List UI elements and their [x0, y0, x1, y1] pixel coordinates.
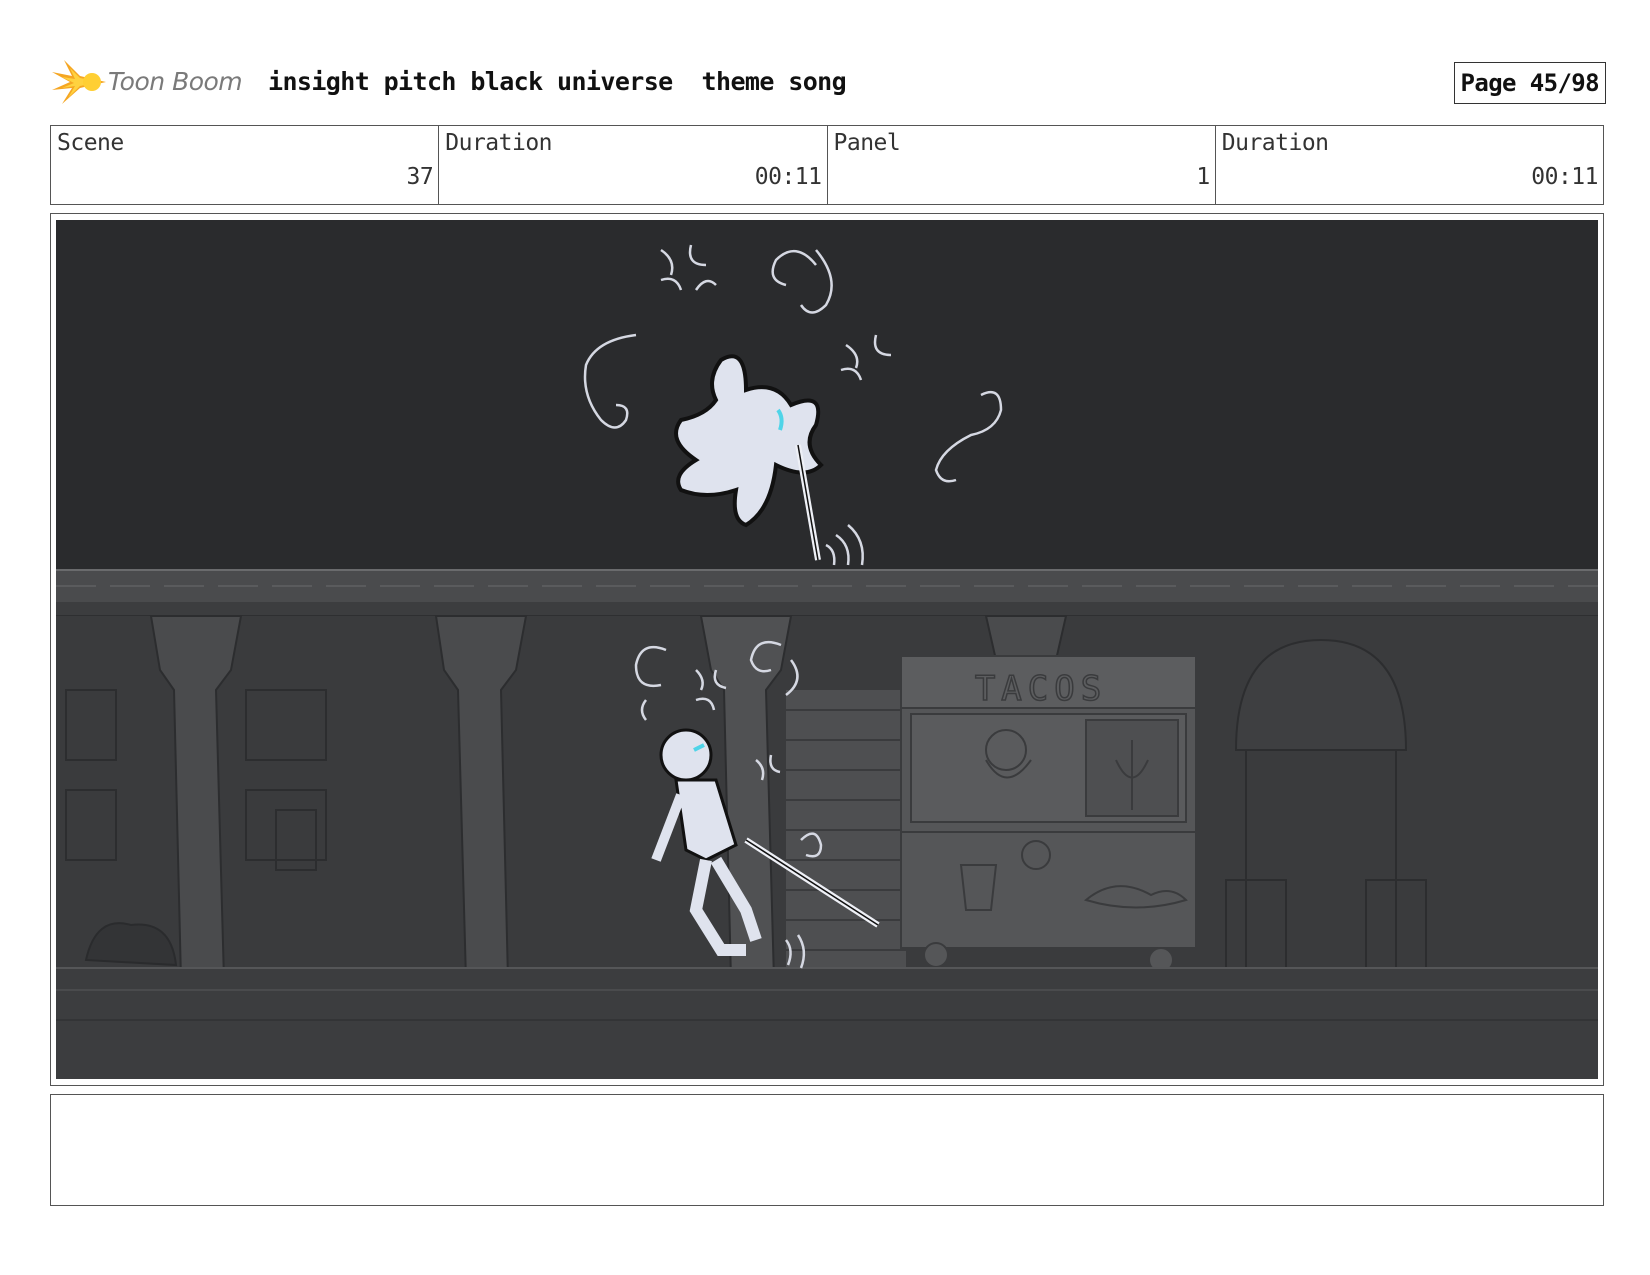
storyboard-panel: TACOS — [50, 213, 1604, 1086]
scene-duration-label: Duration — [445, 130, 553, 156]
panel-duration-cell: Duration 00:11 — [1216, 126, 1603, 204]
starburst-logo-icon — [52, 60, 106, 104]
panel-notes-box — [50, 1094, 1604, 1206]
project-title: insight pitch black universe theme song — [268, 67, 847, 96]
panel-drawing: TACOS — [56, 220, 1598, 1079]
tacos-sign: TACOS — [975, 669, 1107, 709]
shutter-door — [786, 690, 906, 980]
panel-label: Panel — [833, 130, 901, 156]
scene-duration-cell: Duration 00:11 — [439, 126, 828, 204]
toon-boom-logo: Toon Boom — [50, 56, 250, 108]
storyboard-sketch: TACOS — [56, 220, 1598, 1079]
page-header: Toon Boom insight pitch black universe t… — [50, 56, 1606, 108]
taco-cart: TACOS — [900, 655, 1197, 973]
panel-value: 1 — [1196, 164, 1210, 190]
logo-text: Toon Boom — [108, 67, 243, 96]
panel-cell: Panel 1 — [828, 126, 1216, 204]
scene-duration-value: 00:11 — [754, 164, 822, 190]
scene-cell: Scene 37 — [51, 126, 440, 204]
panel-duration-label: Duration — [1221, 130, 1329, 156]
scene-info-table: Scene 37 Duration 00:11 Panel 1 Duration… — [50, 125, 1604, 205]
scene-label: Scene — [57, 130, 124, 156]
scene-value: 37 — [406, 164, 434, 190]
sidewalk — [56, 967, 1598, 1079]
overhead-track — [56, 569, 1598, 617]
page-number: Page 45/98 — [1453, 62, 1606, 104]
panel-duration-value: 00:11 — [1531, 164, 1598, 190]
